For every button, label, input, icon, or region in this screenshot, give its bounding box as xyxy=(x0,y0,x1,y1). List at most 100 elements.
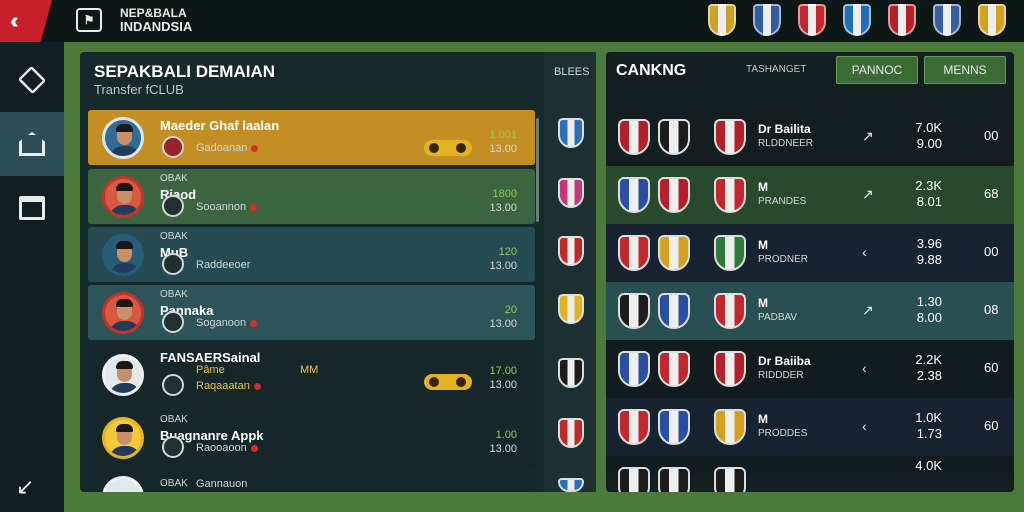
club-crest-icon xyxy=(658,351,690,387)
player-role: Raooaoon xyxy=(196,442,258,454)
player-role: Soganoon xyxy=(196,317,258,329)
club-filter-crest-icon[interactable] xyxy=(558,294,584,324)
team-score-secondary: 9.88 xyxy=(916,252,942,267)
player-avatar xyxy=(102,476,144,492)
player-value: 1800 13.00 xyxy=(489,188,517,214)
team-score-primary: 2.2K xyxy=(915,352,942,367)
team-score-secondary: 9.00 xyxy=(916,136,942,151)
player-value: 20 13.00 xyxy=(489,304,517,330)
player-row[interactable]: OBAK Riaod Sooannon 1800 13.00 xyxy=(88,169,535,224)
ranking-row[interactable]: M PRODNER ‹ 00 3.96 9.88 xyxy=(606,224,1014,282)
trend-arrow-icon: ‹ xyxy=(862,418,867,434)
ranking-row[interactable]: Dr Baiiba RIDDDER ‹ 60 2.2K 2.38 xyxy=(606,340,1014,398)
team-score-secondary: 1.73 xyxy=(916,426,942,441)
transfer-toggle[interactable] xyxy=(424,140,472,156)
exit-icon[interactable]: ↙ xyxy=(16,474,34,500)
cube-icon xyxy=(17,65,47,95)
team-name: M xyxy=(758,296,768,310)
player-row[interactable]: OBAK Pannaka Soganoon 20 13.00 xyxy=(88,285,535,340)
team-score-primary: 3.96 xyxy=(916,236,942,251)
ranking-row[interactable]: M PRODDES ‹ 60 1.0K 1.73 xyxy=(606,398,1014,456)
ranking-panel: CANKNG TASHANGET PANNOC MENNS Dr Bailita… xyxy=(606,52,1014,492)
club-crest-icon xyxy=(714,409,746,445)
club-crest-icon[interactable] xyxy=(753,4,781,36)
tab-menns[interactable]: MENNS xyxy=(924,56,1006,84)
club-crest-icon xyxy=(162,374,184,396)
club-crest-icon xyxy=(618,409,650,445)
team-sub: RLDDNEER xyxy=(758,138,814,149)
team-score-primary: 1.30 xyxy=(916,294,942,309)
team-score: 1.30 8.00 xyxy=(906,294,942,326)
club-crest-icon xyxy=(618,467,650,492)
club-crest-icon xyxy=(714,351,746,387)
club-filter-crest-icon[interactable] xyxy=(558,178,584,208)
club-column-label: BLEES xyxy=(554,66,590,78)
player-row[interactable]: Maeder Ghaf laalan Gadoanan 1.001 13.00 xyxy=(88,110,535,165)
player-name: FANSAERSainal xyxy=(160,350,261,365)
player-value: 17.00 13.00 xyxy=(489,365,517,391)
transfer-toggle[interactable] xyxy=(424,374,472,390)
player-extra-label: Pâme xyxy=(196,364,225,376)
player-value: 120 13.00 xyxy=(489,246,517,272)
app-title-line2: INDANDSIA xyxy=(120,19,193,34)
team-sub: PADBAV xyxy=(758,312,798,323)
club-crest-icon xyxy=(658,177,690,213)
app-title: NEP&BALA INDANDSIA xyxy=(120,7,193,34)
club-crest-icon xyxy=(658,235,690,271)
team-score: 1.0K 1.73 xyxy=(906,410,942,442)
club-crest-icon[interactable] xyxy=(933,4,961,36)
team-name: M xyxy=(758,412,768,426)
player-value: 1.00 13.00 xyxy=(489,429,517,455)
club-filter-crest-icon[interactable] xyxy=(558,418,584,448)
club-filter-crest-icon[interactable] xyxy=(558,236,584,266)
back-button[interactable]: ‹‹ xyxy=(0,0,52,42)
double-chevron-left-icon: ‹‹ xyxy=(10,8,18,33)
team-points: 60 xyxy=(984,418,999,433)
team-score-primary: 7.0K xyxy=(915,120,942,135)
team-points: 08 xyxy=(984,302,999,317)
transfer-scrollbar[interactable] xyxy=(536,118,539,222)
player-role: Sooannon xyxy=(196,201,258,213)
player-tag: OBAK xyxy=(160,478,188,489)
player-tag: OBAK xyxy=(160,289,188,300)
club-crest-icon xyxy=(618,235,650,271)
club-crest-icon xyxy=(618,293,650,329)
trend-arrow-icon: ‹ xyxy=(862,360,867,376)
club-crest-icon[interactable] xyxy=(888,4,916,36)
team-name: M xyxy=(758,238,768,252)
trend-arrow-icon: ↗ xyxy=(862,186,874,202)
player-row[interactable]: OBAK Gannauon xyxy=(88,472,535,492)
ranking-row[interactable]: Dr Bailita RLDDNEER ↗ 00 7.0K 9.00 xyxy=(606,108,1014,166)
club-crest-icon xyxy=(714,235,746,271)
tab-pannoc[interactable]: PANNOC xyxy=(836,56,918,84)
team-score: 2.3K 8.01 xyxy=(906,178,942,210)
club-crest-icon[interactable] xyxy=(978,4,1006,36)
player-row[interactable]: FANSAERSainal Pâme MM Raqaaatan 17.00 13.… xyxy=(88,344,535,406)
club-crest-icon[interactable] xyxy=(798,4,826,36)
transfer-subtitle: Transfer fCLUB xyxy=(94,82,184,97)
player-row[interactable]: OBAK Buagnanre Appk Raooaoon 1.00 13.00 xyxy=(88,410,535,468)
club-crest-icon xyxy=(618,119,650,155)
trend-arrow-icon: ↗ xyxy=(862,302,874,318)
nav-item-home[interactable] xyxy=(0,112,64,176)
player-avatar xyxy=(102,176,144,218)
player-role: Gadoanan xyxy=(196,142,259,154)
nav-item-squad[interactable] xyxy=(0,48,64,112)
club-crest-icon xyxy=(618,177,650,213)
player-row[interactable]: OBAK MuB Raddeeoer 12013.00 xyxy=(88,227,535,282)
ranking-row[interactable]: M PADBAV ↗ 08 1.30 8.00 xyxy=(606,282,1014,340)
club-crest-icon[interactable] xyxy=(708,4,736,36)
ranking-row[interactable]: M PRANDES ↗ 68 2.3K 8.01 xyxy=(606,166,1014,224)
player-name: Gannauon xyxy=(196,478,248,490)
club-crest-icon xyxy=(658,119,690,155)
club-crest-icon[interactable] xyxy=(843,4,871,36)
club-filter-crest-icon[interactable] xyxy=(558,118,584,148)
club-crest-icon xyxy=(714,293,746,329)
team-points: 60 xyxy=(984,360,999,375)
ranking-row[interactable]: 4.0K xyxy=(606,456,1014,492)
club-crest-icon xyxy=(162,253,184,275)
nav-item-shop[interactable] xyxy=(0,176,64,240)
club-filter-crest-icon[interactable] xyxy=(558,358,584,388)
player-avatar xyxy=(102,354,144,396)
player-role: Raddeeoer xyxy=(196,259,251,271)
